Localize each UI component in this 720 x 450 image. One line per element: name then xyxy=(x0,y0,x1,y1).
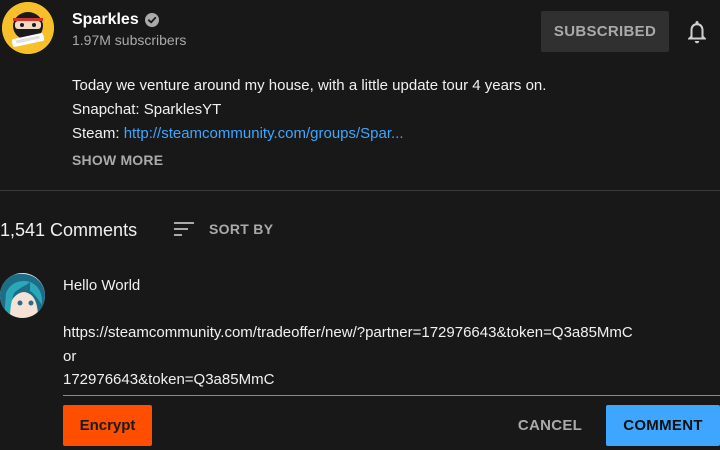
channel-name[interactable]: Sparkles xyxy=(72,11,159,29)
steam-link[interactable]: http://steamcommunity.com/groups/Spar... xyxy=(124,125,404,142)
ninja-avatar-icon xyxy=(2,2,54,54)
comment-line: Hello World xyxy=(63,277,141,294)
encrypt-button[interactable]: Encrypt xyxy=(63,405,152,446)
comment-input[interactable]: Hello World https://steamcommunity.com/t… xyxy=(63,274,713,392)
user-avatar xyxy=(0,273,45,318)
comment-line: or xyxy=(63,347,77,365)
cancel-button[interactable]: CANCEL xyxy=(506,405,594,446)
verified-check-icon xyxy=(144,13,159,27)
comment-line xyxy=(63,298,713,322)
channel-name-text[interactable]: Sparkles xyxy=(72,11,139,29)
channel-avatar[interactable] xyxy=(2,2,54,54)
steam-label: Steam: xyxy=(72,125,124,142)
sort-by-button[interactable]: SORT BY xyxy=(209,221,273,237)
comment-submit-button[interactable]: COMMENT xyxy=(606,405,720,446)
description-line: Today we venture around my house, with a… xyxy=(72,77,547,94)
description-steam: Steam: http://steamcommunity.com/groups/… xyxy=(72,122,712,146)
subscriber-count: 1.97M subscribers xyxy=(72,32,187,48)
show-more-button[interactable]: SHOW MORE xyxy=(72,152,163,168)
comment-input-underline xyxy=(63,395,720,396)
user-anime-avatar-icon xyxy=(0,273,45,318)
comment-line: 172976643&token=Q3a85MmC xyxy=(63,371,275,388)
sort-lines-icon[interactable] xyxy=(173,220,195,238)
divider xyxy=(0,190,720,191)
bell-icon[interactable] xyxy=(685,19,709,45)
comment-count: 1,541 Comments xyxy=(0,220,138,240)
description-snapchat: Snapchat: SparklesYT xyxy=(72,101,222,118)
video-description: Today we venture around my house, with a… xyxy=(72,74,712,146)
subscribed-button[interactable]: SUBSCRIBED xyxy=(541,11,669,52)
video-comments-page: Sparkles 1.97M subscribers SUBSCRIBED To… xyxy=(0,0,720,450)
comment-line: https://steamcommunity.com/tradeoffer/ne… xyxy=(63,324,633,341)
